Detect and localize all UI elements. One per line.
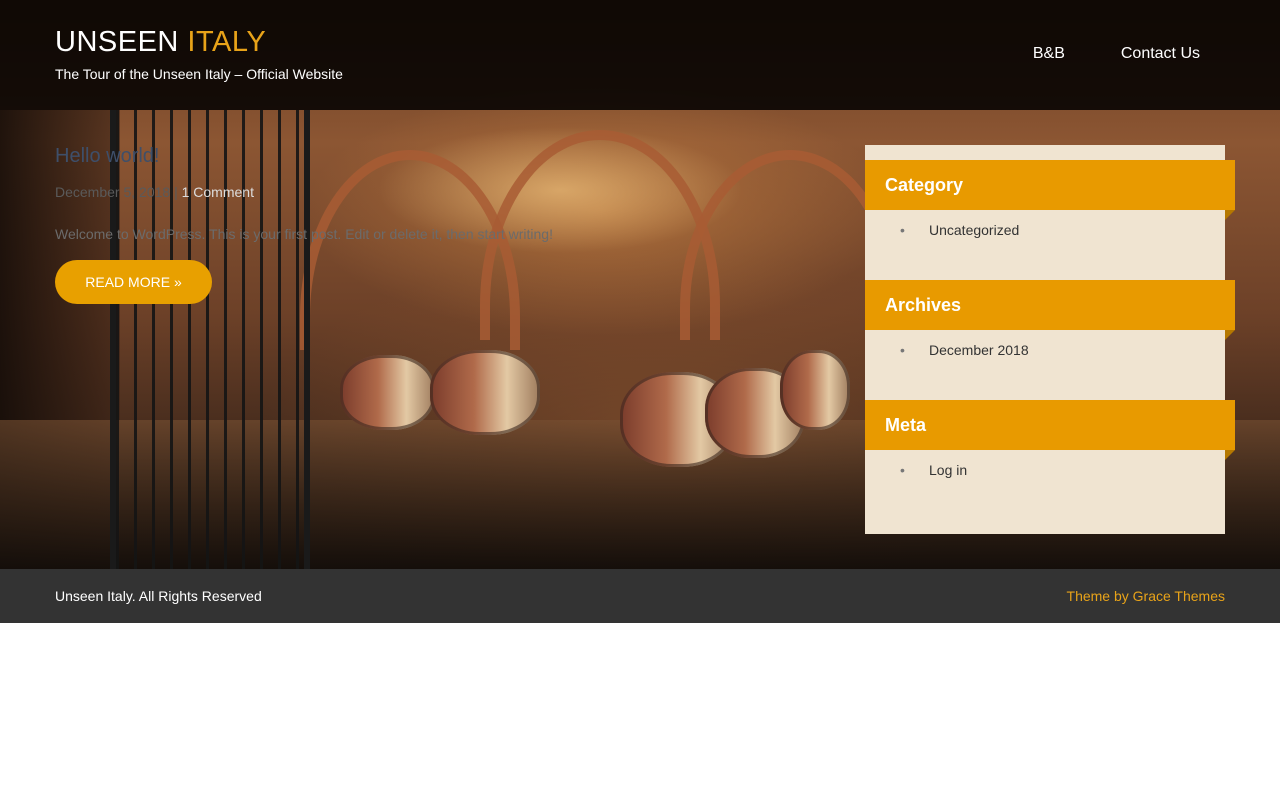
category-item-uncategorized[interactable]: Uncategorized <box>900 222 1225 242</box>
site-title-main: UNSEEN <box>55 26 179 58</box>
footer-copyright: Unseen Italy. All Rights Reserved <box>55 588 262 604</box>
meta-item-log-in[interactable]: Log in <box>900 462 1225 482</box>
nav-item-bnb[interactable]: B&B <box>1033 45 1065 63</box>
site-title-accent: ITALY <box>187 26 267 58</box>
widget-title: Archives <box>865 280 1235 340</box>
blog-post: Hello world! December 5, 2018 | 1 Commen… <box>55 145 835 304</box>
post-comments-link[interactable]: 1 Comment <box>182 184 254 200</box>
post-meta: December 5, 2018 | 1 Comment <box>55 184 835 200</box>
wine-barrel <box>340 355 435 430</box>
archives-list: December 2018 <box>865 342 1225 362</box>
wine-barrel <box>780 350 850 430</box>
wine-barrel <box>430 350 540 435</box>
category-list: Uncategorized <box>865 222 1225 242</box>
theme-credit-link[interactable]: Theme by Grace Themes <box>1067 588 1225 604</box>
sidebar: Category Uncategorized Archives December… <box>865 145 1235 534</box>
site-logo[interactable]: UNSEEN ITALY <box>55 26 266 59</box>
main-navigation: B&B Contact Us <box>1033 45 1200 63</box>
widget-title: Category <box>865 160 1235 220</box>
post-excerpt: Welcome to WordPress. This is your first… <box>55 226 553 242</box>
nav-item-contact-us[interactable]: Contact Us <box>1121 45 1200 63</box>
post-date[interactable]: December 5, 2018 <box>55 184 170 200</box>
post-title[interactable]: Hello world! <box>55 145 835 168</box>
read-more-button[interactable]: READ MORE » <box>55 260 212 304</box>
site-header: UNSEEN ITALY The Tour of the Unseen Ital… <box>0 0 1280 110</box>
meta-list: Log in <box>865 462 1225 482</box>
archive-item-december-2018[interactable]: December 2018 <box>900 342 1225 362</box>
site-footer: Unseen Italy. All Rights Reserved Theme … <box>0 569 1280 623</box>
widget-category: Category Uncategorized <box>865 160 1235 242</box>
meta-separator: | <box>174 184 178 200</box>
site-tagline: The Tour of the Unseen Italy – Official … <box>55 66 343 82</box>
widget-title: Meta <box>865 400 1235 460</box>
widget-meta: Meta Log in <box>865 400 1235 482</box>
widget-archives: Archives December 2018 <box>865 280 1235 362</box>
